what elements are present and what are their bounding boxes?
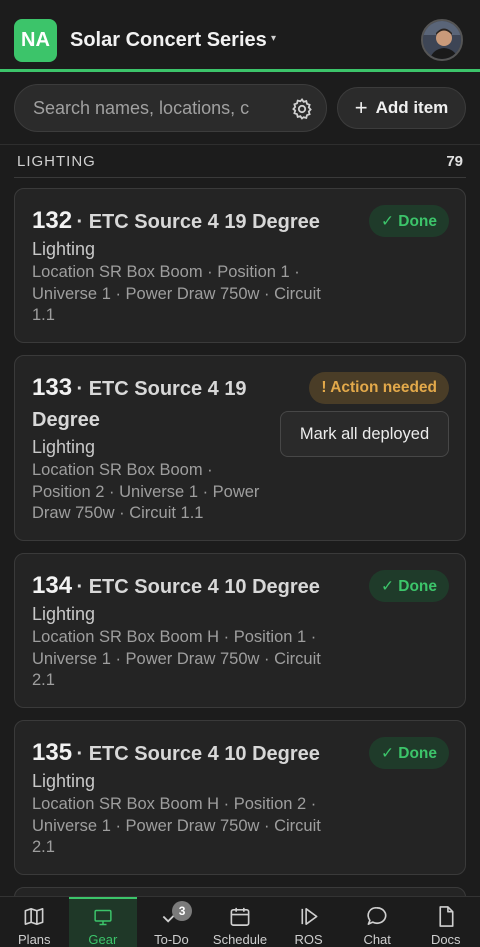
nav-label: ROS — [294, 932, 323, 947]
nav-label: Plans — [18, 932, 51, 947]
item-name: · ETC Source 4 10 Degree — [76, 743, 320, 765]
item-category: Lighting — [32, 437, 96, 457]
item-category: Lighting — [32, 239, 96, 259]
nav-todo[interactable]: 3 To-Do — [137, 897, 206, 947]
chevron-down-icon[interactable]: ▾ — [271, 33, 276, 44]
item-category: Lighting — [32, 604, 96, 624]
item-details: Location SR Box Boom · Position 1 · Univ… — [32, 263, 321, 324]
nav-ros[interactable]: ROS — [274, 897, 343, 947]
add-item-label: Add item — [375, 98, 449, 117]
item-number: 135 — [32, 739, 73, 766]
nav-schedule[interactable]: Schedule — [206, 897, 275, 947]
bottom-nav: Plans Gear 3 To-Do Schedule ROS Chat Doc… — [0, 896, 480, 947]
item-details: Location SR Box Boom H · Position 2 · Un… — [32, 795, 321, 856]
item-name: · ETC Source 4 19 Degree — [76, 211, 320, 233]
list-item[interactable]: 133 · ETC Source 4 19 Degree Lighting Lo… — [14, 355, 466, 541]
map-icon — [24, 908, 44, 925]
avatar[interactable] — [421, 19, 463, 61]
item-name-continued: Degree — [32, 409, 100, 431]
item-details: Location SR Box Boom H · Position 1 · Un… — [32, 628, 321, 689]
mark-all-deployed-button[interactable]: Mark all deployed — [280, 411, 449, 457]
item-name: · ETC Source 4 10 Degree — [76, 576, 320, 598]
monitor-icon — [94, 909, 112, 926]
document-icon — [439, 906, 454, 927]
chat-bubble-icon — [367, 907, 387, 925]
play-icon — [301, 908, 318, 925]
add-item-button[interactable]: + Add item — [337, 87, 466, 129]
nav-label: Docs — [430, 932, 461, 947]
nav-gear[interactable]: Gear — [68, 897, 138, 947]
nav-label: To-Do — [154, 932, 189, 947]
section-header: LIGHTING 79 — [0, 144, 480, 178]
calendar-icon — [230, 907, 250, 926]
nav-docs[interactable]: Docs — [411, 897, 480, 947]
nav-label: Gear — [88, 932, 118, 947]
nav-chat[interactable]: Chat — [343, 897, 412, 947]
item-number: 133 — [32, 374, 73, 401]
plus-icon: + — [354, 95, 368, 120]
list-item[interactable]: 132 · ETC Source 4 19 Degree Lighting Lo… — [14, 188, 466, 343]
todo-count-badge: 3 — [172, 901, 193, 921]
section-count: 79 — [446, 153, 463, 170]
app-logo-badge[interactable]: NA — [14, 19, 57, 62]
status-badge[interactable]: ✓ Done — [368, 570, 449, 602]
search-bar[interactable] — [14, 84, 327, 132]
search-input[interactable] — [33, 85, 283, 131]
nav-label: Chat — [363, 932, 391, 947]
item-category: Lighting — [32, 771, 96, 791]
divider — [14, 177, 466, 178]
item-details: Location SR Box Boom · Position 2 · Univ… — [32, 461, 260, 522]
item-name: · ETC Source 4 19 — [76, 378, 247, 400]
nav-plans[interactable]: Plans — [0, 897, 69, 947]
section-title: LIGHTING — [17, 153, 96, 170]
item-number: 132 — [32, 207, 73, 234]
gear-icon[interactable] — [290, 97, 314, 121]
nav-label: Schedule — [212, 932, 268, 947]
project-title[interactable]: Solar Concert Series — [70, 29, 267, 52]
status-badge[interactable]: ! Action needed — [309, 372, 449, 404]
list-item[interactable]: 135 · ETC Source 4 10 Degree Lighting Lo… — [14, 720, 466, 875]
status-badge[interactable]: ✓ Done — [368, 205, 449, 237]
item-number: 134 — [32, 572, 73, 599]
app-header: NA Solar Concert Series ▾ — [0, 0, 480, 72]
list-item[interactable]: 134 · ETC Source 4 10 Degree Lighting Lo… — [14, 553, 466, 708]
status-badge[interactable]: ✓ Done — [368, 737, 449, 769]
